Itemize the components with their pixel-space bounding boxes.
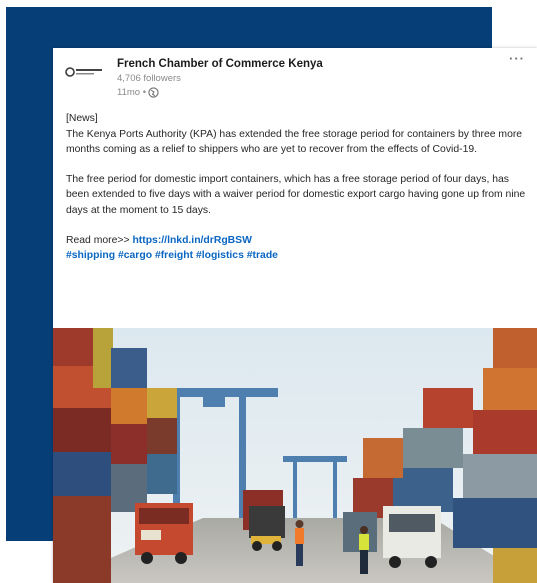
screenshot-canvas: French Chamber of Commerce Kenya 4,706 f… <box>0 0 537 583</box>
hashtag-shipping[interactable]: #shipping <box>66 250 115 261</box>
post-meta: 11mo • <box>117 86 159 98</box>
company-logo-icon[interactable] <box>65 65 105 79</box>
globe-icon <box>148 86 159 98</box>
post-time: 11mo • <box>117 86 147 98</box>
post-paragraph-2: The free period for domestic import cont… <box>66 173 526 216</box>
post-header: French Chamber of Commerce Kenya 4,706 f… <box>53 48 537 104</box>
post-body: [News] The Kenya Ports Authority (KPA) h… <box>66 111 528 264</box>
hashtag-logistics[interactable]: #logistics <box>196 250 244 261</box>
read-more-line: Read more>> https://lnkd.in/drRgBSW <box>66 233 528 249</box>
post-image-container-port[interactable] <box>53 328 537 583</box>
author-name[interactable]: French Chamber of Commerce Kenya <box>117 58 323 70</box>
follower-count: 4,706 followers <box>117 73 181 84</box>
news-tag: [News] <box>66 113 98 124</box>
more-options-icon[interactable]: ··· <box>505 52 529 68</box>
hashtag-list: #shipping #cargo #freight #logistics #tr… <box>66 248 528 264</box>
hashtag-cargo[interactable]: #cargo <box>118 250 152 261</box>
read-more-prefix: Read more>> <box>66 234 133 246</box>
linkedin-post-card: French Chamber of Commerce Kenya 4,706 f… <box>53 48 537 583</box>
post-paragraph-1: The Kenya Ports Authority (KPA) has exte… <box>66 128 523 156</box>
hashtag-freight[interactable]: #freight <box>155 250 193 261</box>
read-more-link[interactable]: https://lnkd.in/drRgBSW <box>132 235 251 246</box>
hashtag-trade[interactable]: #trade <box>247 250 278 261</box>
